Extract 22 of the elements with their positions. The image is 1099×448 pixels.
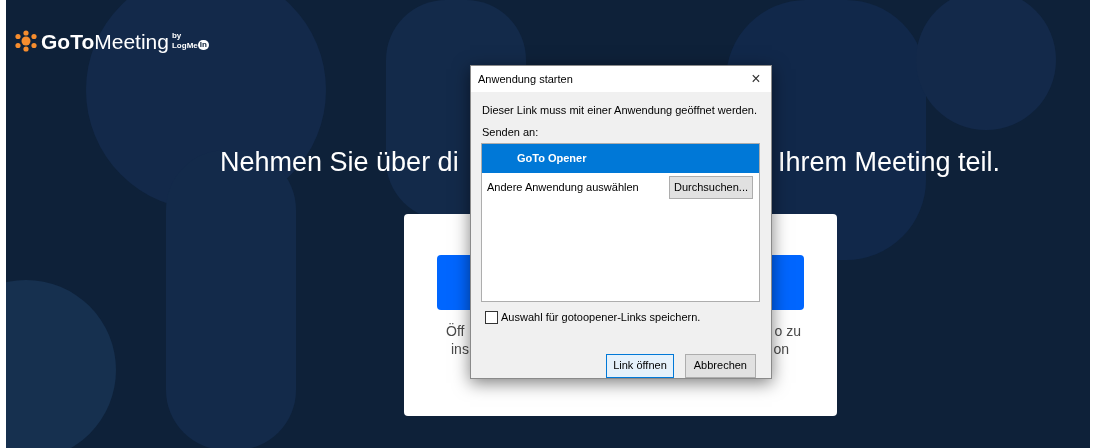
logo-badge: In bbox=[197, 40, 209, 50]
headline-text: Nehmen Sie über di bbox=[220, 146, 459, 177]
browse-button[interactable]: Durchsuchen... bbox=[669, 176, 753, 199]
logo-text: Meeting bbox=[94, 30, 169, 52]
headline-text: Ihrem Meeting teil. bbox=[778, 145, 1001, 179]
dialog-title: Anwendung starten bbox=[478, 71, 573, 87]
remember-checkbox[interactable] bbox=[485, 310, 498, 324]
logo-text: GoTo bbox=[41, 30, 95, 52]
logo-icon bbox=[14, 30, 38, 52]
dialog-button[interactable]: Link öffnen bbox=[606, 353, 674, 378]
remember-label: Auswahl für gotoopener-Links speichern. bbox=[501, 310, 701, 325]
close-button[interactable]: × bbox=[741, 66, 771, 92]
logo-byline: LogMe bbox=[172, 40, 198, 50]
instruction-text: o zu bbox=[774, 322, 801, 340]
instruction-text: Öff bbox=[446, 322, 465, 340]
application-item[interactable]: GoTo Opener bbox=[482, 144, 759, 173]
instruction-text: on bbox=[773, 340, 789, 358]
send-to-label: Senden an: bbox=[482, 124, 540, 140]
dialog-button[interactable]: Abbrechen bbox=[684, 353, 756, 378]
dialog-message: Dieser Link muss mit einer Anwendung geöffnet werden. bbox=[482, 103, 757, 118]
logo-byline: by bbox=[172, 32, 183, 40]
instruction-text: ins bbox=[451, 340, 469, 358]
